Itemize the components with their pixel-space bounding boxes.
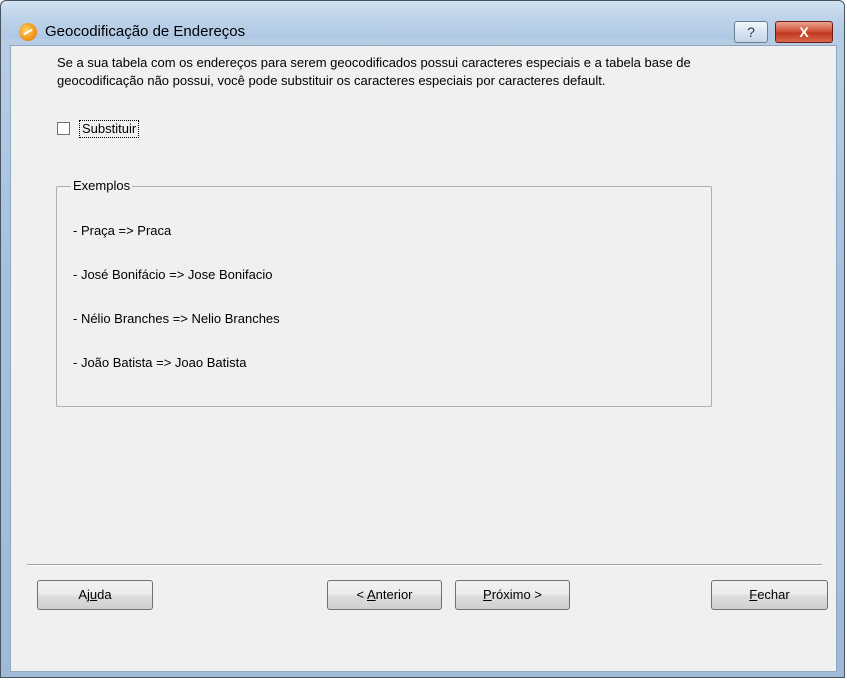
substituir-label[interactable]: Substituir xyxy=(79,120,140,138)
close-label-post: echar xyxy=(757,587,790,602)
next-label-post: róximo > xyxy=(491,587,542,602)
next-button[interactable]: Próximo > xyxy=(455,580,570,610)
close-window-button[interactable]: X xyxy=(775,21,833,43)
example-item: - Praça => Praca xyxy=(73,223,172,238)
example-item: - José Bonifácio => Jose Bonifacio xyxy=(73,267,273,282)
examples-group: Exemplos - Praça => Praca - José Bonifác… xyxy=(56,178,712,407)
close-label-accel: F xyxy=(749,587,758,602)
example-item: - Nélio Branches => Nelio Branches xyxy=(73,311,280,326)
intro-text: Se a sua tabela com os endereços para se… xyxy=(57,55,691,88)
close-button[interactable]: Fechar xyxy=(711,580,828,610)
help-button[interactable]: Ajuda xyxy=(37,580,153,610)
question-mark-icon: ? xyxy=(747,24,755,40)
app-globe-icon xyxy=(19,23,37,41)
previous-label-accel: A xyxy=(366,587,376,602)
close-icon: X xyxy=(799,24,809,40)
help-label-post: da xyxy=(97,587,112,602)
previous-button[interactable]: < Anterior xyxy=(327,580,442,610)
window-title: Geocodificação de Endereços xyxy=(45,23,246,40)
previous-label-pre: < xyxy=(356,587,367,602)
substituir-checkbox[interactable] xyxy=(57,122,70,135)
examples-group-title: Exemplos xyxy=(71,178,133,193)
help-question-button[interactable]: ? xyxy=(734,21,768,43)
footer-separator xyxy=(27,564,822,566)
next-label-accel: P xyxy=(483,587,492,602)
previous-label-post: nterior xyxy=(375,587,413,602)
example-item: - João Batista => Joao Batista xyxy=(73,355,247,370)
title-bar[interactable]: Geocodificação de Endereços ? X xyxy=(1,1,844,43)
help-label-pre: Aj xyxy=(78,587,90,602)
